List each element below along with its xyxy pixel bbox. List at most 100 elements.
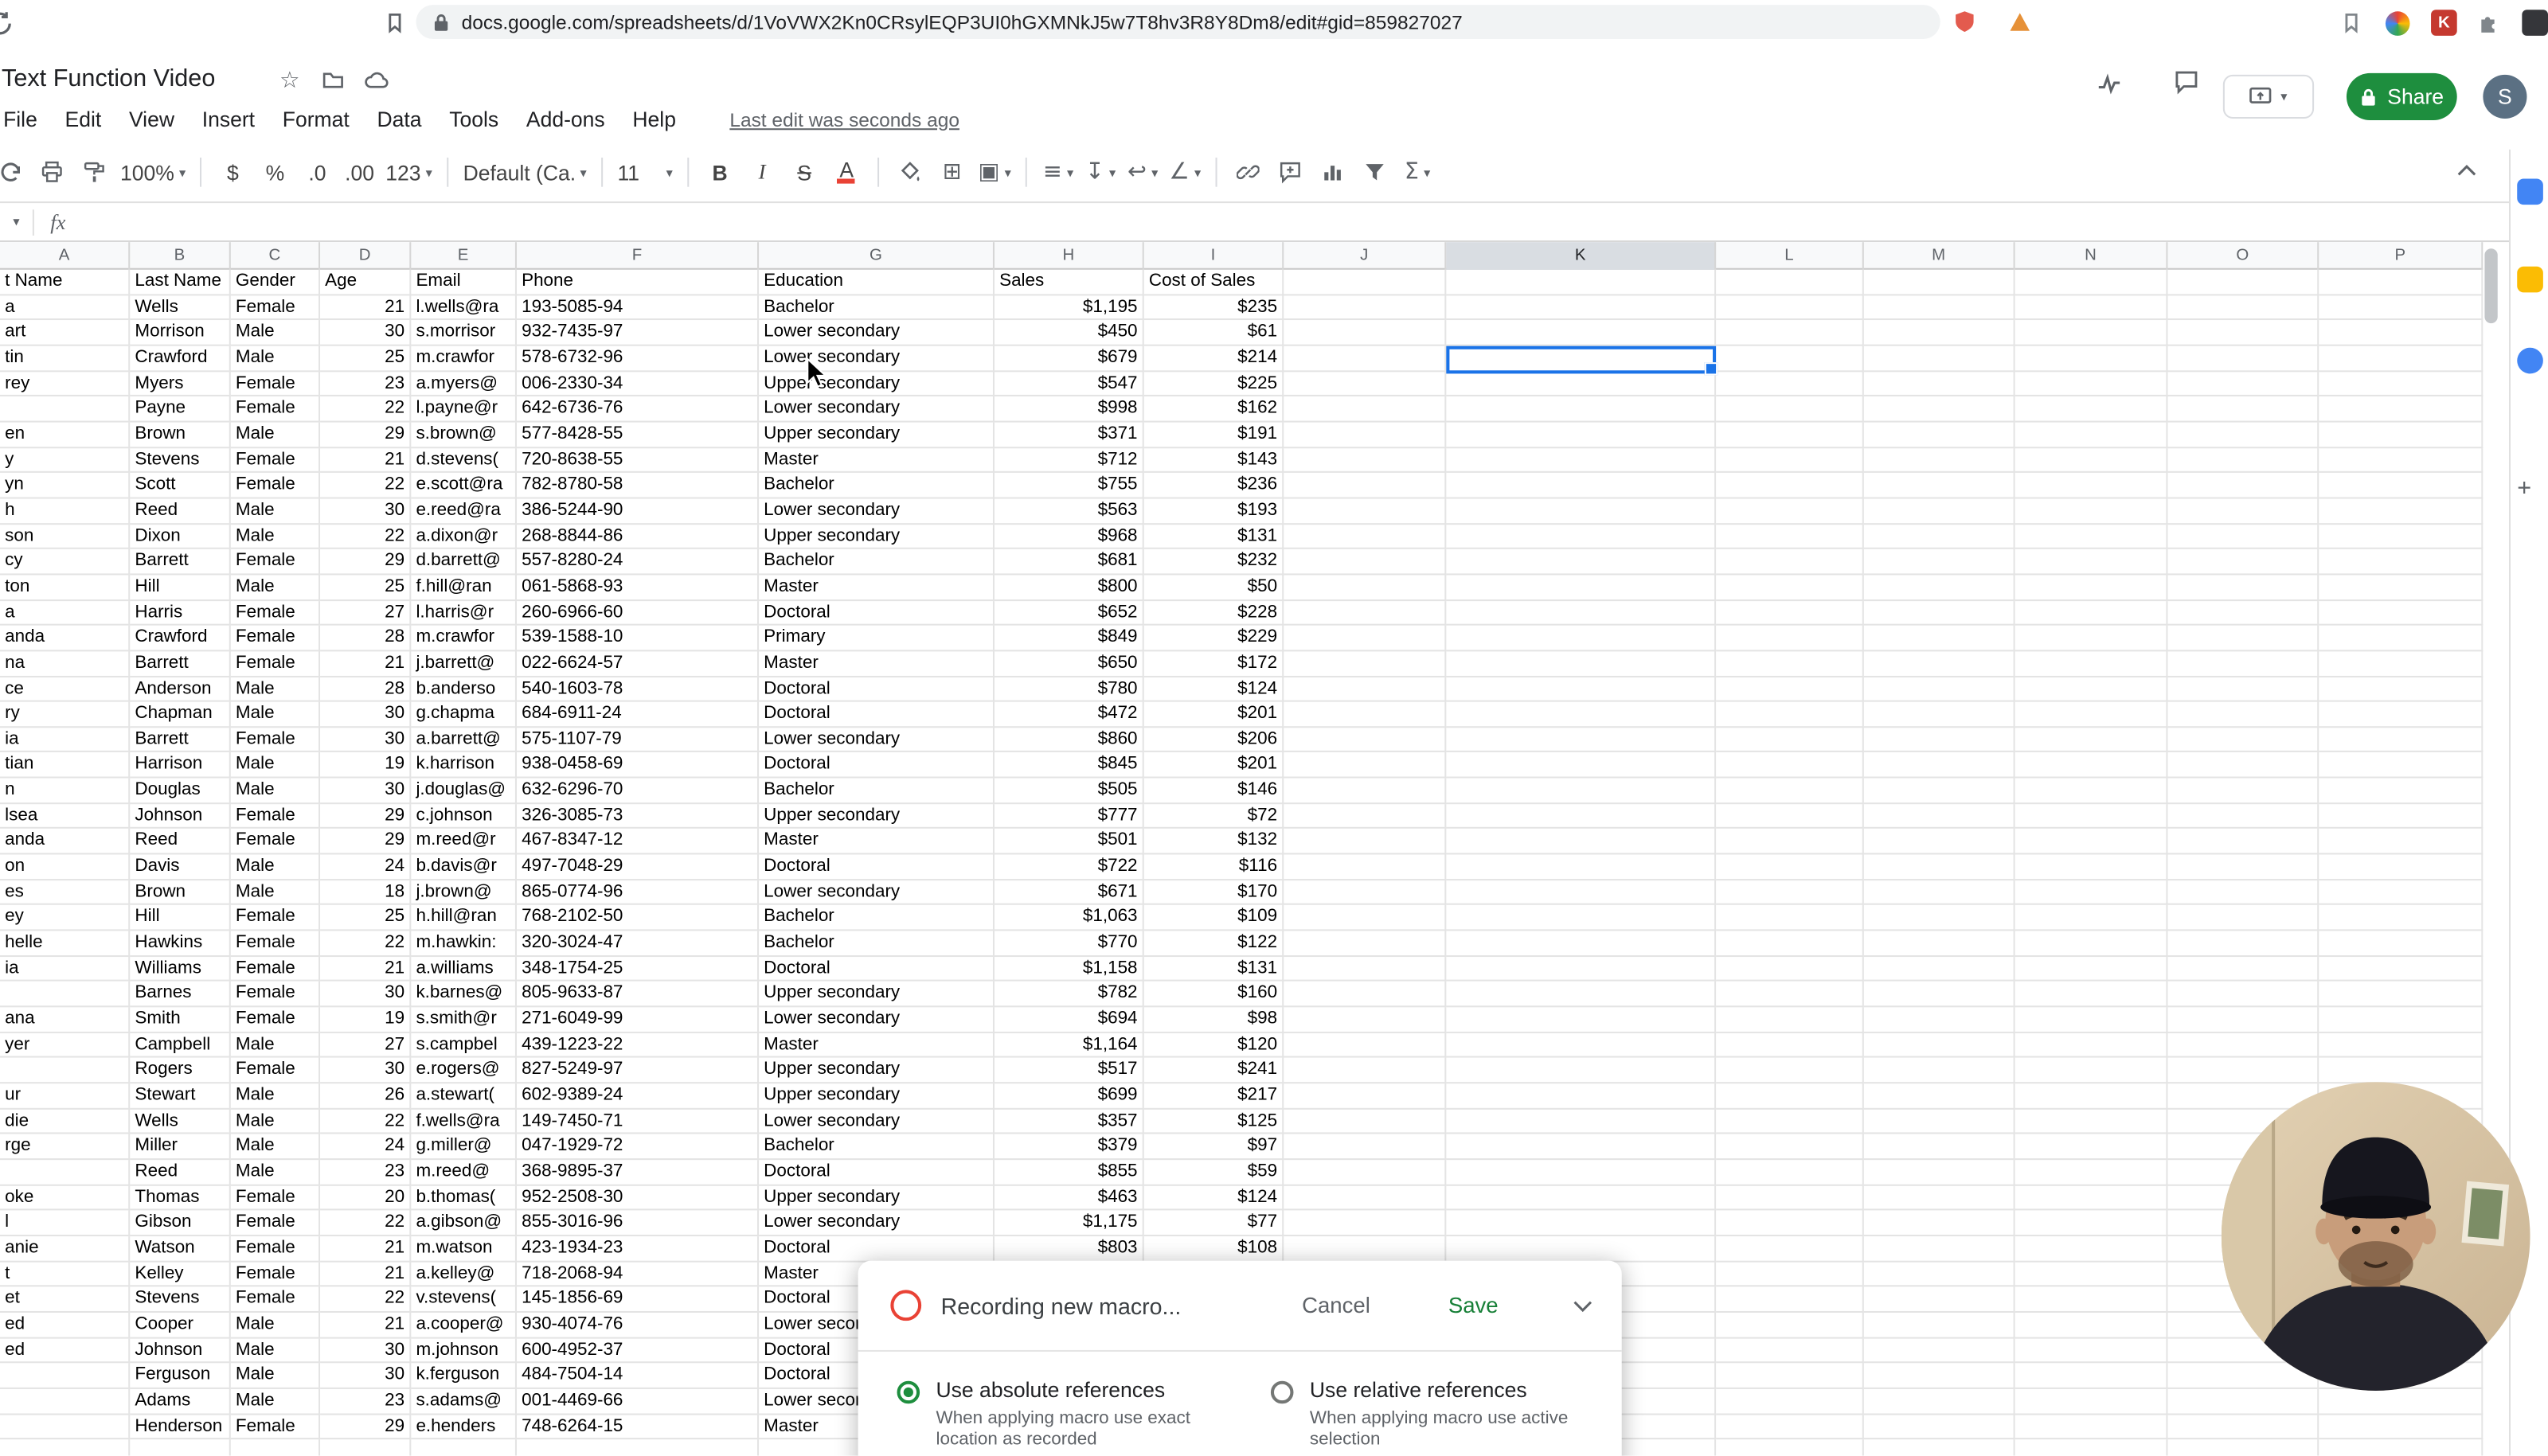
reload-icon[interactable]	[0, 11, 14, 36]
cell[interactable]	[1446, 854, 1717, 880]
cell[interactable]	[2015, 524, 2168, 550]
cell[interactable]: 22	[320, 931, 412, 957]
cell[interactable]	[1863, 854, 2015, 880]
cell[interactable]: 368-9895-37	[516, 1160, 760, 1186]
cell[interactable]: Female	[230, 473, 321, 499]
cell[interactable]: 30	[320, 701, 412, 728]
cell[interactable]: $1,164	[994, 1032, 1144, 1059]
cell[interactable]: $122	[1143, 931, 1284, 957]
cell[interactable]: a	[0, 295, 131, 321]
cell[interactable]: Master	[759, 1032, 995, 1059]
cell[interactable]: 782-8780-58	[516, 473, 760, 499]
cell[interactable]: 22	[320, 1210, 412, 1236]
cell[interactable]	[1863, 1261, 2015, 1287]
comment-history-icon[interactable]	[2175, 70, 2199, 95]
radio-unselected-icon[interactable]	[1270, 1380, 1294, 1404]
cell[interactable]: a.cooper@	[411, 1312, 517, 1338]
cell[interactable]: 21	[320, 295, 412, 321]
cell[interactable]: Female	[230, 1007, 321, 1033]
cell[interactable]	[0, 396, 131, 423]
cell[interactable]	[1863, 345, 2015, 372]
cell[interactable]: 326-3085-73	[516, 803, 760, 829]
cell[interactable]: m.watson	[411, 1235, 517, 1262]
cell[interactable]	[2015, 651, 2168, 677]
cell[interactable]	[1284, 1109, 1447, 1135]
cell[interactable]	[2319, 701, 2484, 728]
cell[interactable]	[1716, 1337, 1864, 1364]
cell[interactable]: Female	[230, 396, 321, 423]
cell[interactable]: $50	[1143, 575, 1284, 601]
cell[interactable]: j.barrett@	[411, 651, 517, 677]
cell[interactable]: Lower secondary	[759, 396, 995, 423]
menu-help[interactable]: Help	[632, 107, 676, 132]
cell[interactable]: $143	[1143, 447, 1284, 474]
cell[interactable]	[2167, 498, 2319, 525]
cell[interactable]: 642-6736-76	[516, 396, 760, 423]
cell[interactable]: 25	[320, 345, 412, 372]
cell[interactable]: ia	[0, 727, 131, 753]
cell[interactable]	[1716, 371, 1864, 397]
cell[interactable]: a.dixon@r	[411, 524, 517, 550]
cell[interactable]	[1716, 1235, 1864, 1262]
cell[interactable]	[2319, 1439, 2484, 1456]
cell[interactable]	[2015, 905, 2168, 931]
cell[interactable]: f.hill@ran	[411, 575, 517, 601]
cell[interactable]: 30	[320, 778, 412, 804]
cell[interactable]	[1716, 473, 1864, 499]
cell[interactable]	[2167, 752, 2319, 779]
cell[interactable]: Male	[230, 498, 321, 525]
cell[interactable]: $132	[1143, 829, 1284, 855]
cell[interactable]	[0, 1439, 131, 1456]
column-header-A[interactable]: A	[0, 242, 131, 270]
add-addon-icon[interactable]: +	[2517, 474, 2531, 502]
cell[interactable]: b.anderso	[411, 677, 517, 702]
cell[interactable]	[1716, 931, 1864, 957]
cell[interactable]: $450	[994, 320, 1144, 346]
cell[interactable]	[1716, 295, 1864, 321]
cell[interactable]	[2319, 1032, 2484, 1059]
cell[interactable]	[1446, 701, 1717, 728]
cell[interactable]	[1716, 269, 1864, 295]
present-button[interactable]: ▾	[2222, 74, 2315, 119]
cell[interactable]	[1716, 345, 1864, 372]
cell[interactable]: 23	[320, 1160, 412, 1186]
cell[interactable]	[2167, 1439, 2319, 1456]
cell[interactable]	[2319, 1007, 2484, 1033]
cell[interactable]	[1716, 854, 1864, 880]
cell[interactable]: $214	[1143, 345, 1284, 372]
cell[interactable]: a.kelley@	[411, 1261, 517, 1287]
cell[interactable]	[2167, 931, 2319, 957]
column-header-L[interactable]: L	[1716, 242, 1864, 270]
cell[interactable]	[1446, 1058, 1717, 1084]
cell[interactable]: Female	[230, 931, 321, 957]
cell[interactable]: Doctoral	[759, 854, 995, 880]
cell[interactable]	[2015, 1032, 2168, 1059]
cell[interactable]: 30	[320, 320, 412, 346]
cell[interactable]: Dixon	[130, 524, 231, 550]
cell[interactable]	[2015, 1083, 2168, 1110]
cell[interactable]	[2319, 269, 2484, 295]
cell[interactable]: Email	[411, 269, 517, 295]
cell[interactable]: anda	[0, 829, 131, 855]
cell[interactable]: Payne	[130, 396, 231, 423]
cell[interactable]: $61	[1143, 320, 1284, 346]
cell[interactable]	[1863, 677, 2015, 702]
cell[interactable]	[1716, 1388, 1864, 1415]
text-wrap-icon[interactable]: ↩ ▾	[1127, 153, 1159, 192]
cell[interactable]: 23	[320, 1388, 412, 1415]
cell[interactable]: 805-9633-87	[516, 982, 760, 1008]
cell[interactable]	[1716, 396, 1864, 423]
cell[interactable]: Bachelor	[759, 778, 995, 804]
cell[interactable]: 21	[320, 651, 412, 677]
cell[interactable]	[1863, 575, 2015, 601]
cell[interactable]: Watson	[130, 1235, 231, 1262]
cell[interactable]	[2167, 778, 2319, 804]
cell[interactable]: e.henders	[411, 1414, 517, 1440]
cell[interactable]: et	[0, 1286, 131, 1313]
cell[interactable]: l.harris@r	[411, 600, 517, 627]
cell[interactable]: m.reed@	[411, 1160, 517, 1186]
cell[interactable]	[2015, 1388, 2168, 1415]
cell[interactable]: s.adams@	[411, 1388, 517, 1415]
cell[interactable]	[1446, 677, 1717, 702]
text-rotation-icon[interactable]: ∠ ▾	[1169, 153, 1202, 192]
